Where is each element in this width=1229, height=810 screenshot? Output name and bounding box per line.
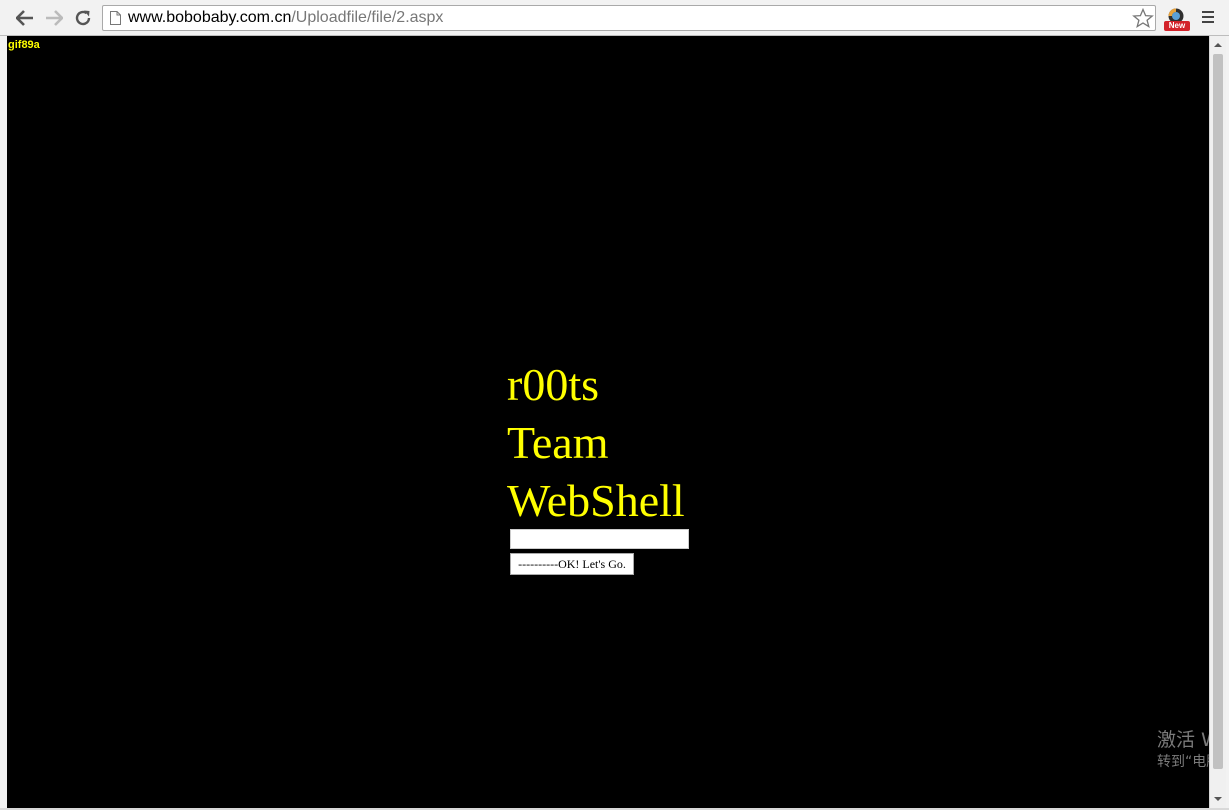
- extension-button[interactable]: New: [1164, 7, 1190, 33]
- title-line-3: WebShell: [507, 475, 685, 526]
- shell-title: r00ts Team WebShell: [507, 356, 685, 530]
- password-input[interactable]: [510, 529, 689, 549]
- reload-icon: [75, 10, 91, 26]
- scrollbar-thumb[interactable]: [1213, 54, 1223, 769]
- title-line-2: Team: [507, 417, 609, 468]
- bookmark-star-icon[interactable]: [1132, 8, 1154, 28]
- menu-bar-2: [1202, 16, 1214, 18]
- menu-bar-1: [1202, 11, 1214, 13]
- gif-header-text: gif89a: [8, 39, 40, 51]
- watermark-line-1: 激活 W: [1157, 729, 1209, 751]
- scroll-up-arrow-icon[interactable]: [1213, 40, 1223, 50]
- page-viewport: gif89a r00ts Team WebShell ----------OK!…: [7, 36, 1209, 808]
- scroll-down-arrow-icon[interactable]: [1213, 794, 1223, 804]
- url-host: www.bobobaby.com.cn: [128, 9, 292, 26]
- vertical-scrollbar[interactable]: [1209, 36, 1226, 808]
- watermark-line-2: 转到“电脑: [1157, 754, 1209, 770]
- url-text[interactable]: www.bobobaby.com.cn/Uploadfile/file/2.as…: [128, 9, 443, 27]
- forward-button[interactable]: [42, 6, 66, 30]
- browser-toolbar: www.bobobaby.com.cn/Uploadfile/file/2.as…: [0, 0, 1229, 36]
- new-badge: New: [1164, 21, 1190, 31]
- url-path: /Uploadfile/file/2.aspx: [291, 9, 444, 26]
- window-left-edge: [0, 36, 7, 810]
- reload-button[interactable]: [71, 6, 95, 30]
- menu-bar-3: [1202, 21, 1214, 23]
- browser-menu-button[interactable]: [1199, 9, 1217, 27]
- title-line-1: r00ts: [507, 359, 599, 410]
- arrow-right-icon: [46, 10, 63, 26]
- arrow-left-icon: [16, 10, 33, 26]
- activation-watermark: 激活 W 转到“电脑: [1157, 728, 1209, 772]
- submit-button[interactable]: ----------OK! Let's Go.: [510, 553, 634, 575]
- page-icon: [110, 11, 121, 25]
- address-bar[interactable]: www.bobobaby.com.cn/Uploadfile/file/2.as…: [102, 5, 1156, 31]
- back-button[interactable]: [13, 6, 37, 30]
